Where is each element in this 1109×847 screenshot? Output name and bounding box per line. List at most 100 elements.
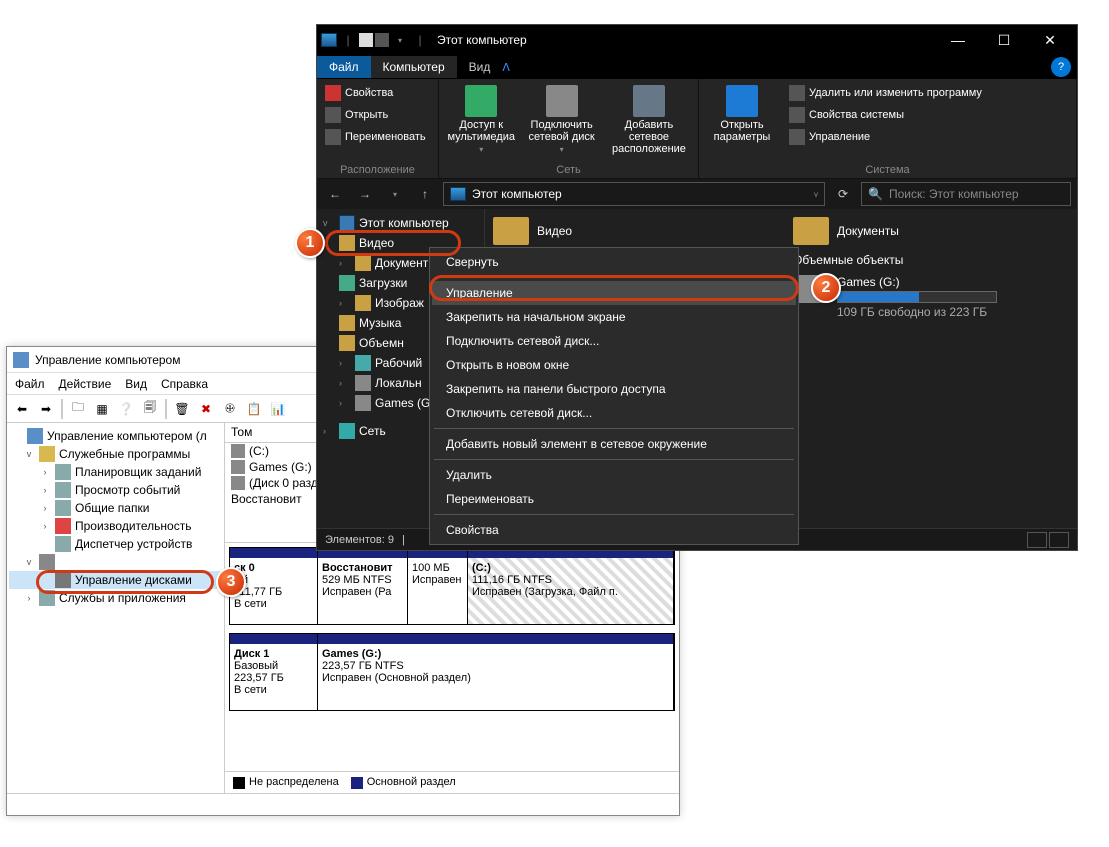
ctx-rename[interactable]: Переименовать — [432, 487, 796, 511]
ctx-new-window[interactable]: Открыть в новом окне — [432, 353, 796, 377]
tool-back[interactable]: ⬅ — [11, 398, 33, 420]
maximize-button[interactable]: ☐ — [981, 25, 1027, 55]
ctx-delete[interactable]: Удалить — [432, 463, 796, 487]
context-menu: Свернуть Управление Закрепить на начальн… — [429, 247, 799, 545]
monitor-icon — [321, 33, 337, 47]
minimize-button[interactable]: — — [935, 25, 981, 55]
mmc-tree[interactable]: Управление компьютером (л vСлужебные про… — [7, 423, 225, 793]
tree-this-pc[interactable]: vЭтот компьютер — [317, 213, 484, 233]
ribbon-group-network: Сеть — [439, 162, 698, 178]
disk-row-1: Диск 1 Базовый 223,57 ГБ В сети Games (G… — [229, 633, 675, 711]
nav-forward[interactable]: → — [353, 182, 377, 206]
ctx-properties[interactable]: Свойства — [432, 518, 796, 542]
qat-icon[interactable] — [375, 33, 389, 47]
tool-b[interactable]: ▦ — [91, 398, 113, 420]
partition[interactable]: (C:)111,16 ГБ NTFSИсправен (Загрузка, Фа… — [468, 548, 674, 624]
tab-file[interactable]: Файл — [317, 56, 371, 78]
tool-g[interactable]: 🕀 — [219, 398, 241, 420]
view-details-button[interactable] — [1027, 532, 1047, 548]
ribbon-uninstall[interactable]: Удалить или изменить программу — [785, 83, 986, 103]
mmc-menu-action[interactable]: Действие — [59, 377, 112, 391]
tree-services[interactable]: Службы и приложения — [59, 591, 186, 605]
ribbon-open-settings[interactable]: Открыть параметры — [703, 83, 781, 145]
mmc-menu-help[interactable]: Справка — [161, 377, 208, 391]
ribbon-group-system: Система — [699, 162, 1076, 178]
annotation-badge-1: 1 — [295, 228, 325, 258]
partition[interactable]: Восстановит529 МБ NTFSИсправен (Ра — [318, 548, 408, 624]
view-tiles-button[interactable] — [1049, 532, 1069, 548]
search-box[interactable]: 🔍 Поиск: Этот компьютер — [861, 182, 1071, 206]
ribbon-sysprops[interactable]: Свойства системы — [785, 105, 986, 125]
tree-scheduler[interactable]: Планировщик заданий — [75, 465, 201, 479]
partition[interactable]: 100 МБИсправен — [408, 548, 468, 624]
tree-devmgr[interactable]: Диспетчер устройств — [75, 537, 192, 551]
ctx-pin-start[interactable]: Закрепить на начальном экране — [432, 305, 796, 329]
qat-sep: | — [411, 31, 429, 49]
tab-computer[interactable]: Компьютер — [371, 56, 457, 78]
tool-fwd[interactable]: ➡ — [35, 398, 57, 420]
tool-h[interactable]: 📋 — [243, 398, 265, 420]
tool-f[interactable]: ✖ — [195, 398, 217, 420]
nav-back[interactable]: ← — [323, 182, 347, 206]
collapse-ribbon-icon[interactable]: ᐱ — [502, 61, 510, 74]
ctx-collapse[interactable]: Свернуть — [432, 250, 796, 274]
ctx-map-drive[interactable]: Подключить сетевой диск... — [432, 329, 796, 353]
monitor-icon — [450, 187, 466, 201]
ctx-manage[interactable]: Управление — [432, 281, 796, 305]
disk-row-0: ск 0 ый 111,77 ГБ В сети Восстановит529 … — [229, 547, 675, 625]
window-title: Этот компьютер — [437, 33, 527, 47]
nav-up[interactable]: ↑ — [413, 182, 437, 206]
mmc-icon — [13, 352, 29, 368]
tool-a[interactable]: 🗀 — [67, 398, 89, 420]
ribbon-rename[interactable]: Переименовать — [321, 127, 430, 147]
ctx-add-network[interactable]: Добавить новый элемент в сетевое окружен… — [432, 432, 796, 456]
ribbon-add-network[interactable]: Добавить сетевое расположение — [604, 83, 694, 157]
tool-d[interactable]: 🗐 — [139, 398, 161, 420]
ribbon-media-access[interactable]: Доступ к мультимедиа▾ — [443, 83, 519, 156]
tree-disk-mgmt[interactable]: Управление дисками — [75, 573, 192, 587]
folder-video[interactable]: Видео — [493, 217, 769, 245]
mmc-statusbar — [7, 793, 679, 815]
search-placeholder: Поиск: Этот компьютер — [889, 187, 1019, 201]
ribbon-manage[interactable]: Управление — [785, 127, 986, 147]
disk-layout[interactable]: ск 0 ый 111,77 ГБ В сети Восстановит529 … — [225, 543, 679, 771]
tree-root[interactable]: Управление компьютером (л — [47, 429, 207, 443]
disk-label-1[interactable]: Диск 1 Базовый 223,57 ГБ В сети — [230, 634, 318, 710]
ribbon-open[interactable]: Открыть — [321, 105, 430, 125]
folder-3d[interactable]: Объемные объекты — [793, 253, 1069, 267]
mmc-menu-view[interactable]: Вид — [125, 377, 147, 391]
annotation-badge-3: 3 — [216, 567, 246, 597]
nav-history[interactable]: ▾ — [383, 182, 407, 206]
refresh-button[interactable]: ⟳ — [831, 182, 855, 206]
address-bar[interactable]: Этот компьютер v — [443, 182, 825, 206]
tool-c[interactable]: ❔ — [115, 398, 137, 420]
tool-sep — [165, 399, 167, 419]
status-sep: | — [402, 534, 405, 546]
tree-perf[interactable]: Производительность — [75, 519, 191, 533]
partition[interactable]: Games (G:)223,57 ГБ NTFSИсправен (Основн… — [318, 634, 674, 710]
ctx-disconnect-drive[interactable]: Отключить сетевой диск... — [432, 401, 796, 425]
tool-i[interactable]: 📊 — [267, 398, 289, 420]
ribbon-map-drive[interactable]: Подключить сетевой диск▾ — [523, 83, 599, 156]
mmc-menu-file[interactable]: Файл — [15, 377, 45, 391]
ctx-pin-quick[interactable]: Закрепить на панели быстрого доступа — [432, 377, 796, 401]
ribbon-group-location: Расположение — [317, 162, 438, 178]
tree-shared[interactable]: Общие папки — [75, 501, 149, 515]
ribbon-properties[interactable]: Свойства — [321, 83, 430, 103]
breadcrumb[interactable]: Этот компьютер — [472, 187, 562, 201]
drive-usage-bar — [837, 291, 997, 303]
annotation-badge-2: 2 — [811, 273, 841, 303]
close-button[interactable]: ✕ — [1027, 25, 1073, 55]
explorer-titlebar[interactable]: | ▾ | Этот компьютер — ☐ ✕ — [317, 25, 1077, 55]
qat-icon[interactable] — [359, 33, 373, 47]
help-icon[interactable]: ? — [1051, 57, 1071, 77]
addr-dropdown-icon[interactable]: v — [814, 190, 818, 199]
tab-view[interactable]: Вид — [457, 56, 503, 78]
folder-documents[interactable]: Документы — [793, 217, 1069, 245]
tool-sep — [61, 399, 63, 419]
tree-system-tools[interactable]: Служебные программы — [59, 447, 190, 461]
qat-dropdown-icon[interactable]: ▾ — [391, 31, 409, 49]
tree-events[interactable]: Просмотр событий — [75, 483, 180, 497]
tool-e[interactable]: 🗑 — [171, 398, 193, 420]
qat-sep: | — [339, 31, 357, 49]
